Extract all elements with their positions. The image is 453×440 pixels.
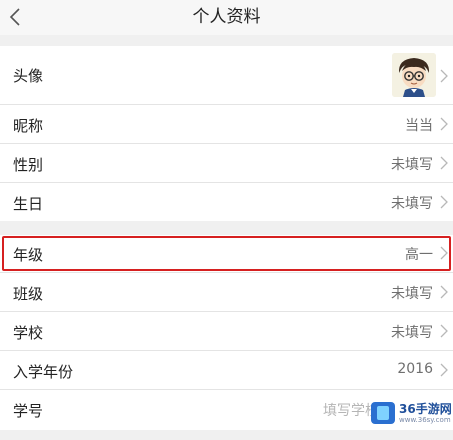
gender-row[interactable]: 性别 未填写 bbox=[0, 144, 453, 183]
school-label: 学校 bbox=[13, 324, 44, 342]
avatar-cartoon-image bbox=[392, 53, 436, 97]
nickname-row[interactable]: 昵称 当当 bbox=[0, 105, 453, 144]
avatar[interactable] bbox=[392, 53, 436, 97]
enrollment-year-row[interactable]: 入学年份 2016 bbox=[0, 351, 453, 390]
chevron-right-icon bbox=[440, 195, 448, 209]
profile-basic-group: 头像 昵称 当当 性别 未填写 生日 未填写 bbox=[0, 46, 453, 221]
avatar-label: 头像 bbox=[13, 67, 44, 85]
site-watermark-logo: 36手游网 www.36sy.com bbox=[371, 400, 452, 426]
chevron-right-icon bbox=[440, 117, 448, 131]
chevron-right-icon bbox=[440, 246, 448, 260]
class-value: 未填写 bbox=[391, 286, 433, 302]
grade-value: 高一 bbox=[405, 247, 433, 263]
chevron-right-icon bbox=[440, 285, 448, 299]
birthday-row[interactable]: 生日 未填写 bbox=[0, 183, 453, 221]
birthday-value: 未填写 bbox=[391, 196, 433, 212]
logo-icon bbox=[371, 402, 395, 424]
avatar-row[interactable]: 头像 bbox=[0, 46, 453, 105]
chevron-right-icon bbox=[440, 363, 448, 377]
school-value: 未填写 bbox=[391, 325, 433, 341]
grade-row[interactable]: 年级 高一 bbox=[0, 235, 453, 273]
class-row[interactable]: 班级 未填写 bbox=[0, 273, 453, 312]
school-row[interactable]: 学校 未填写 bbox=[0, 312, 453, 351]
watermark-url: www.36sy.com bbox=[399, 416, 451, 424]
gender-value: 未填写 bbox=[391, 157, 433, 173]
student-id-label: 学号 bbox=[13, 402, 44, 420]
chevron-right-icon bbox=[440, 156, 448, 170]
nickname-label: 昵称 bbox=[13, 117, 44, 135]
enrollment-year-label: 入学年份 bbox=[13, 363, 74, 381]
gender-label: 性别 bbox=[13, 156, 44, 174]
chevron-right-icon bbox=[440, 324, 448, 338]
chevron-right-icon bbox=[440, 69, 448, 83]
birthday-label: 生日 bbox=[13, 195, 44, 213]
page-title: 个人资料 bbox=[192, 7, 261, 27]
navigation-bar: 个人资料 bbox=[0, 0, 453, 35]
class-label: 班级 bbox=[13, 285, 44, 303]
watermark-text: 36手游网 bbox=[399, 402, 452, 416]
nickname-value: 当当 bbox=[405, 118, 433, 134]
grade-label: 年级 bbox=[13, 246, 44, 264]
enrollment-year-value: 2016 bbox=[397, 361, 433, 377]
